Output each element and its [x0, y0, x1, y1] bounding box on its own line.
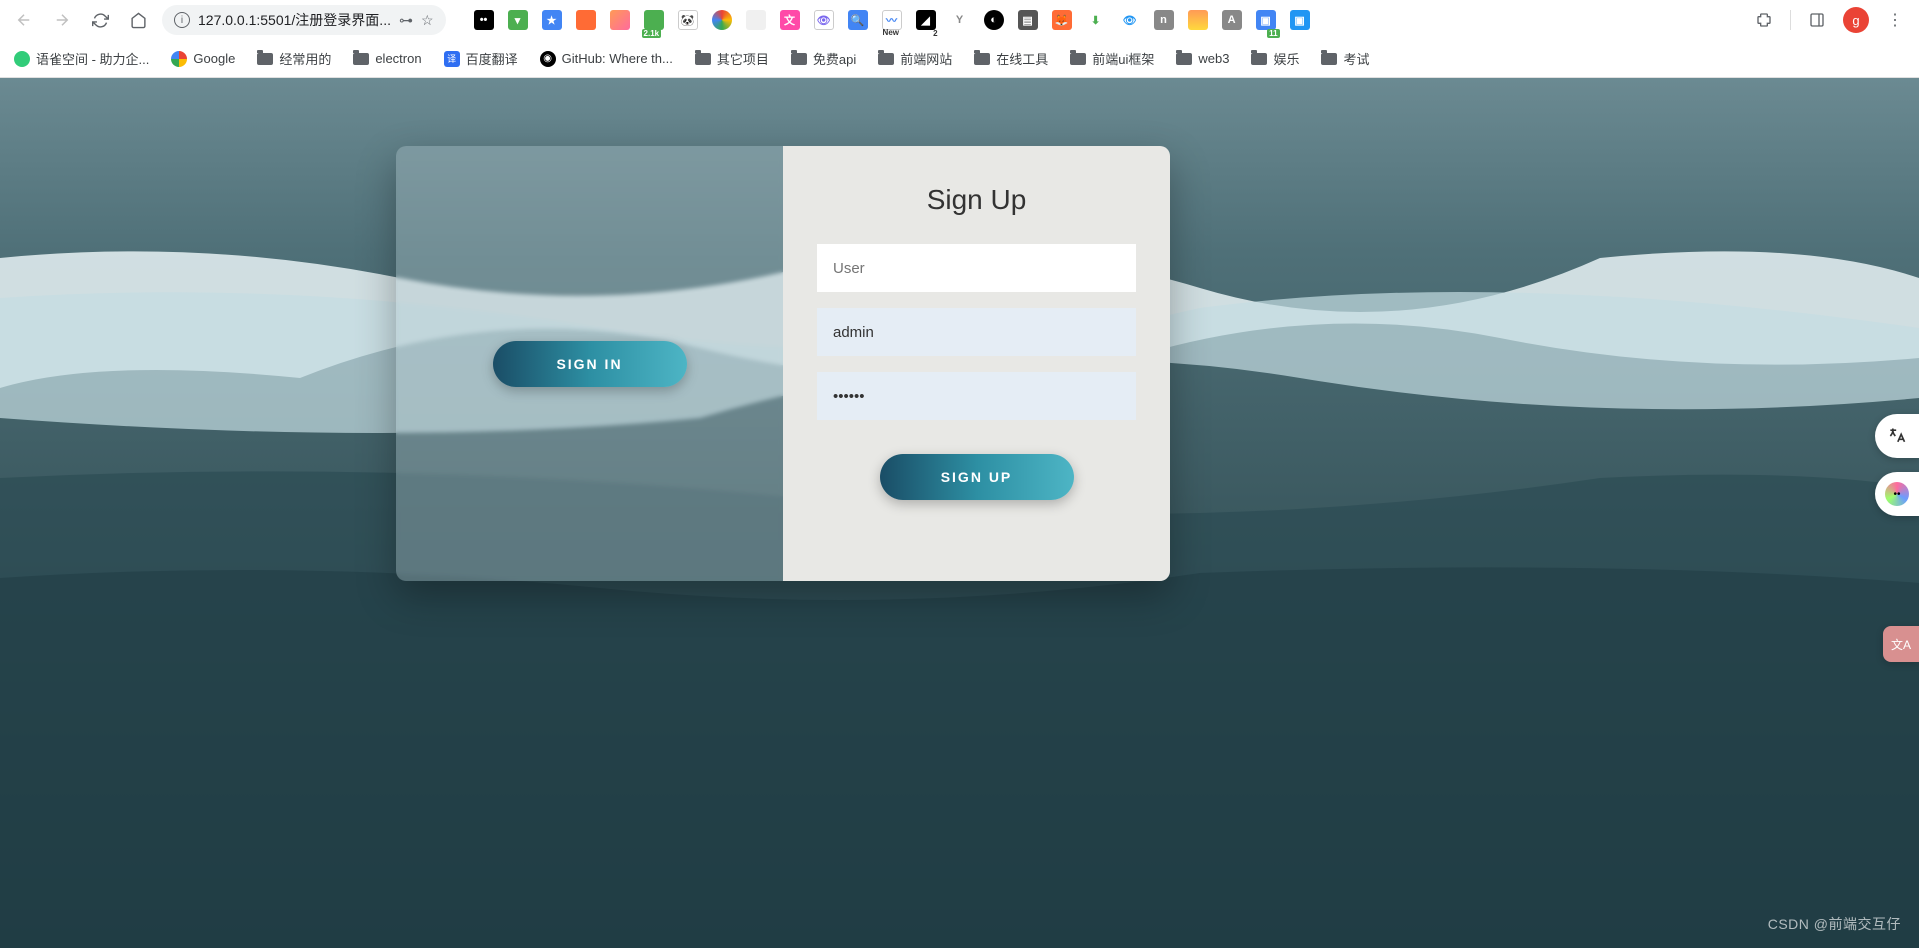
- ext-icon-doc[interactable]: ▤: [1018, 10, 1038, 30]
- bookmark-exam[interactable]: 考试: [1321, 49, 1369, 68]
- extension-icons: •• ▾ ★ 2.1k 🐼 文 👁 🔍 〰New ◢2 Y ◐ ▤ 🦊 ⬇ 👁 …: [474, 10, 1740, 30]
- ext-icon-new[interactable]: 〰New: [882, 10, 902, 30]
- folder-icon: [695, 53, 711, 65]
- ext-icon-shield[interactable]: ▾: [508, 10, 528, 30]
- home-button[interactable]: [124, 6, 152, 34]
- bookmark-frontend[interactable]: 前端网站: [878, 49, 952, 68]
- username-input[interactable]: [817, 308, 1136, 356]
- folder-icon: [878, 53, 894, 65]
- ext-icon-dark[interactable]: ◢2: [916, 10, 936, 30]
- baidu-icon: 译: [444, 51, 460, 67]
- ext-icon-eye[interactable]: 👁: [814, 10, 834, 30]
- google-icon: [171, 51, 187, 67]
- folder-icon: [1070, 53, 1086, 65]
- sidepanel-button[interactable]: [1803, 6, 1831, 34]
- watermark-text: CSDN @前端交互仔: [1768, 914, 1901, 934]
- yuque-icon: [14, 51, 30, 67]
- ext-icon-blank[interactable]: [746, 10, 766, 30]
- folder-icon: [791, 53, 807, 65]
- address-bar[interactable]: i 127.0.0.1:5501/注册登录界面... ⊶ ☆: [162, 5, 446, 35]
- ext-icon-pink[interactable]: 文: [780, 10, 800, 30]
- bookmark-baidu[interactable]: 译百度翻译: [444, 49, 518, 68]
- bookmark-other[interactable]: 其它项目: [695, 49, 769, 68]
- signin-button[interactable]: SIGN IN: [493, 341, 687, 387]
- ext-icon-1[interactable]: ••: [474, 10, 494, 30]
- folder-icon: [257, 53, 273, 65]
- translate-float-button[interactable]: [1875, 414, 1919, 458]
- ext-icon-download[interactable]: ⬇: [1086, 10, 1106, 30]
- bookmark-frequent[interactable]: 经常用的: [257, 49, 331, 68]
- bookmark-yuque[interactable]: 语雀空间 - 助力企...: [14, 49, 149, 68]
- bookmark-web3[interactable]: web3: [1176, 51, 1229, 66]
- ext-icon-a[interactable]: A: [1222, 10, 1242, 30]
- ext-icon-fox[interactable]: 🦊: [1052, 10, 1072, 30]
- ext-icon-n[interactable]: n: [1154, 10, 1174, 30]
- back-button[interactable]: [10, 6, 38, 34]
- bookmark-github[interactable]: ◉GitHub: Where th...: [540, 51, 673, 67]
- ext-icon-fire[interactable]: [576, 10, 596, 30]
- star-icon[interactable]: ☆: [421, 12, 434, 29]
- bookmark-google[interactable]: Google: [171, 51, 235, 67]
- forward-button[interactable]: [48, 6, 76, 34]
- site-info-icon[interactable]: i: [174, 12, 190, 28]
- auth-card: SIGN IN Sign Up SIGN UP: [396, 146, 1170, 581]
- signup-button[interactable]: SIGN UP: [880, 454, 1074, 500]
- folder-icon: [1176, 53, 1192, 65]
- reload-button[interactable]: [86, 6, 114, 34]
- bookmark-ui[interactable]: 前端ui框架: [1070, 49, 1154, 68]
- profile-avatar[interactable]: g: [1843, 7, 1869, 33]
- divider: [1790, 10, 1791, 30]
- extensions-button[interactable]: [1750, 6, 1778, 34]
- ext-icon-star[interactable]: ★: [542, 10, 562, 30]
- page-content: SIGN IN Sign Up SIGN UP •• 文A CSDN @前端交互…: [0, 78, 1919, 948]
- folder-icon: [1321, 53, 1337, 65]
- menu-button[interactable]: ⋮: [1881, 6, 1909, 34]
- ext-icon-flame[interactable]: [1188, 10, 1208, 30]
- bookmarks-bar: 语雀空间 - 助力企... Google 经常用的 electron 译百度翻译…: [0, 40, 1919, 78]
- ext-icon-panda[interactable]: 🐼: [678, 10, 698, 30]
- ext-icon-chrome[interactable]: [712, 10, 732, 30]
- signup-title: Sign Up: [927, 184, 1027, 216]
- assistant-float-button[interactable]: ••: [1875, 472, 1919, 516]
- signup-panel: Sign Up SIGN UP: [783, 146, 1170, 581]
- ext-icon-view[interactable]: 👁: [1120, 10, 1140, 30]
- ext-icon-circle[interactable]: ◐: [984, 10, 1004, 30]
- ext-icon-gradient[interactable]: [610, 10, 630, 30]
- bookmark-fun[interactable]: 娱乐: [1251, 49, 1299, 68]
- browser-toolbar: i 127.0.0.1:5501/注册登录界面... ⊶ ☆ •• ▾ ★ 2.…: [0, 0, 1919, 40]
- url-text: 127.0.0.1:5501/注册登录界面...: [198, 10, 391, 30]
- ext-icon-vue[interactable]: 2.1k: [644, 10, 664, 30]
- folder-icon: [974, 53, 990, 65]
- password-input[interactable]: [817, 372, 1136, 420]
- folder-icon: [1251, 53, 1267, 65]
- lang-float-button[interactable]: 文A: [1883, 626, 1919, 662]
- signin-panel: SIGN IN: [396, 146, 783, 581]
- bookmark-tools[interactable]: 在线工具: [974, 49, 1048, 68]
- ext-icon-y[interactable]: Y: [950, 10, 970, 30]
- ext-icon-badge11[interactable]: ▣11: [1256, 10, 1276, 30]
- folder-icon: [353, 53, 369, 65]
- ext-icon-lens[interactable]: 🔍: [848, 10, 868, 30]
- github-icon: ◉: [540, 51, 556, 67]
- user-input[interactable]: [817, 244, 1136, 292]
- bookmark-electron[interactable]: electron: [353, 51, 421, 66]
- key-icon[interactable]: ⊶: [399, 12, 413, 29]
- bookmark-api[interactable]: 免费api: [791, 49, 856, 68]
- ext-icon-blue[interactable]: ▣: [1290, 10, 1310, 30]
